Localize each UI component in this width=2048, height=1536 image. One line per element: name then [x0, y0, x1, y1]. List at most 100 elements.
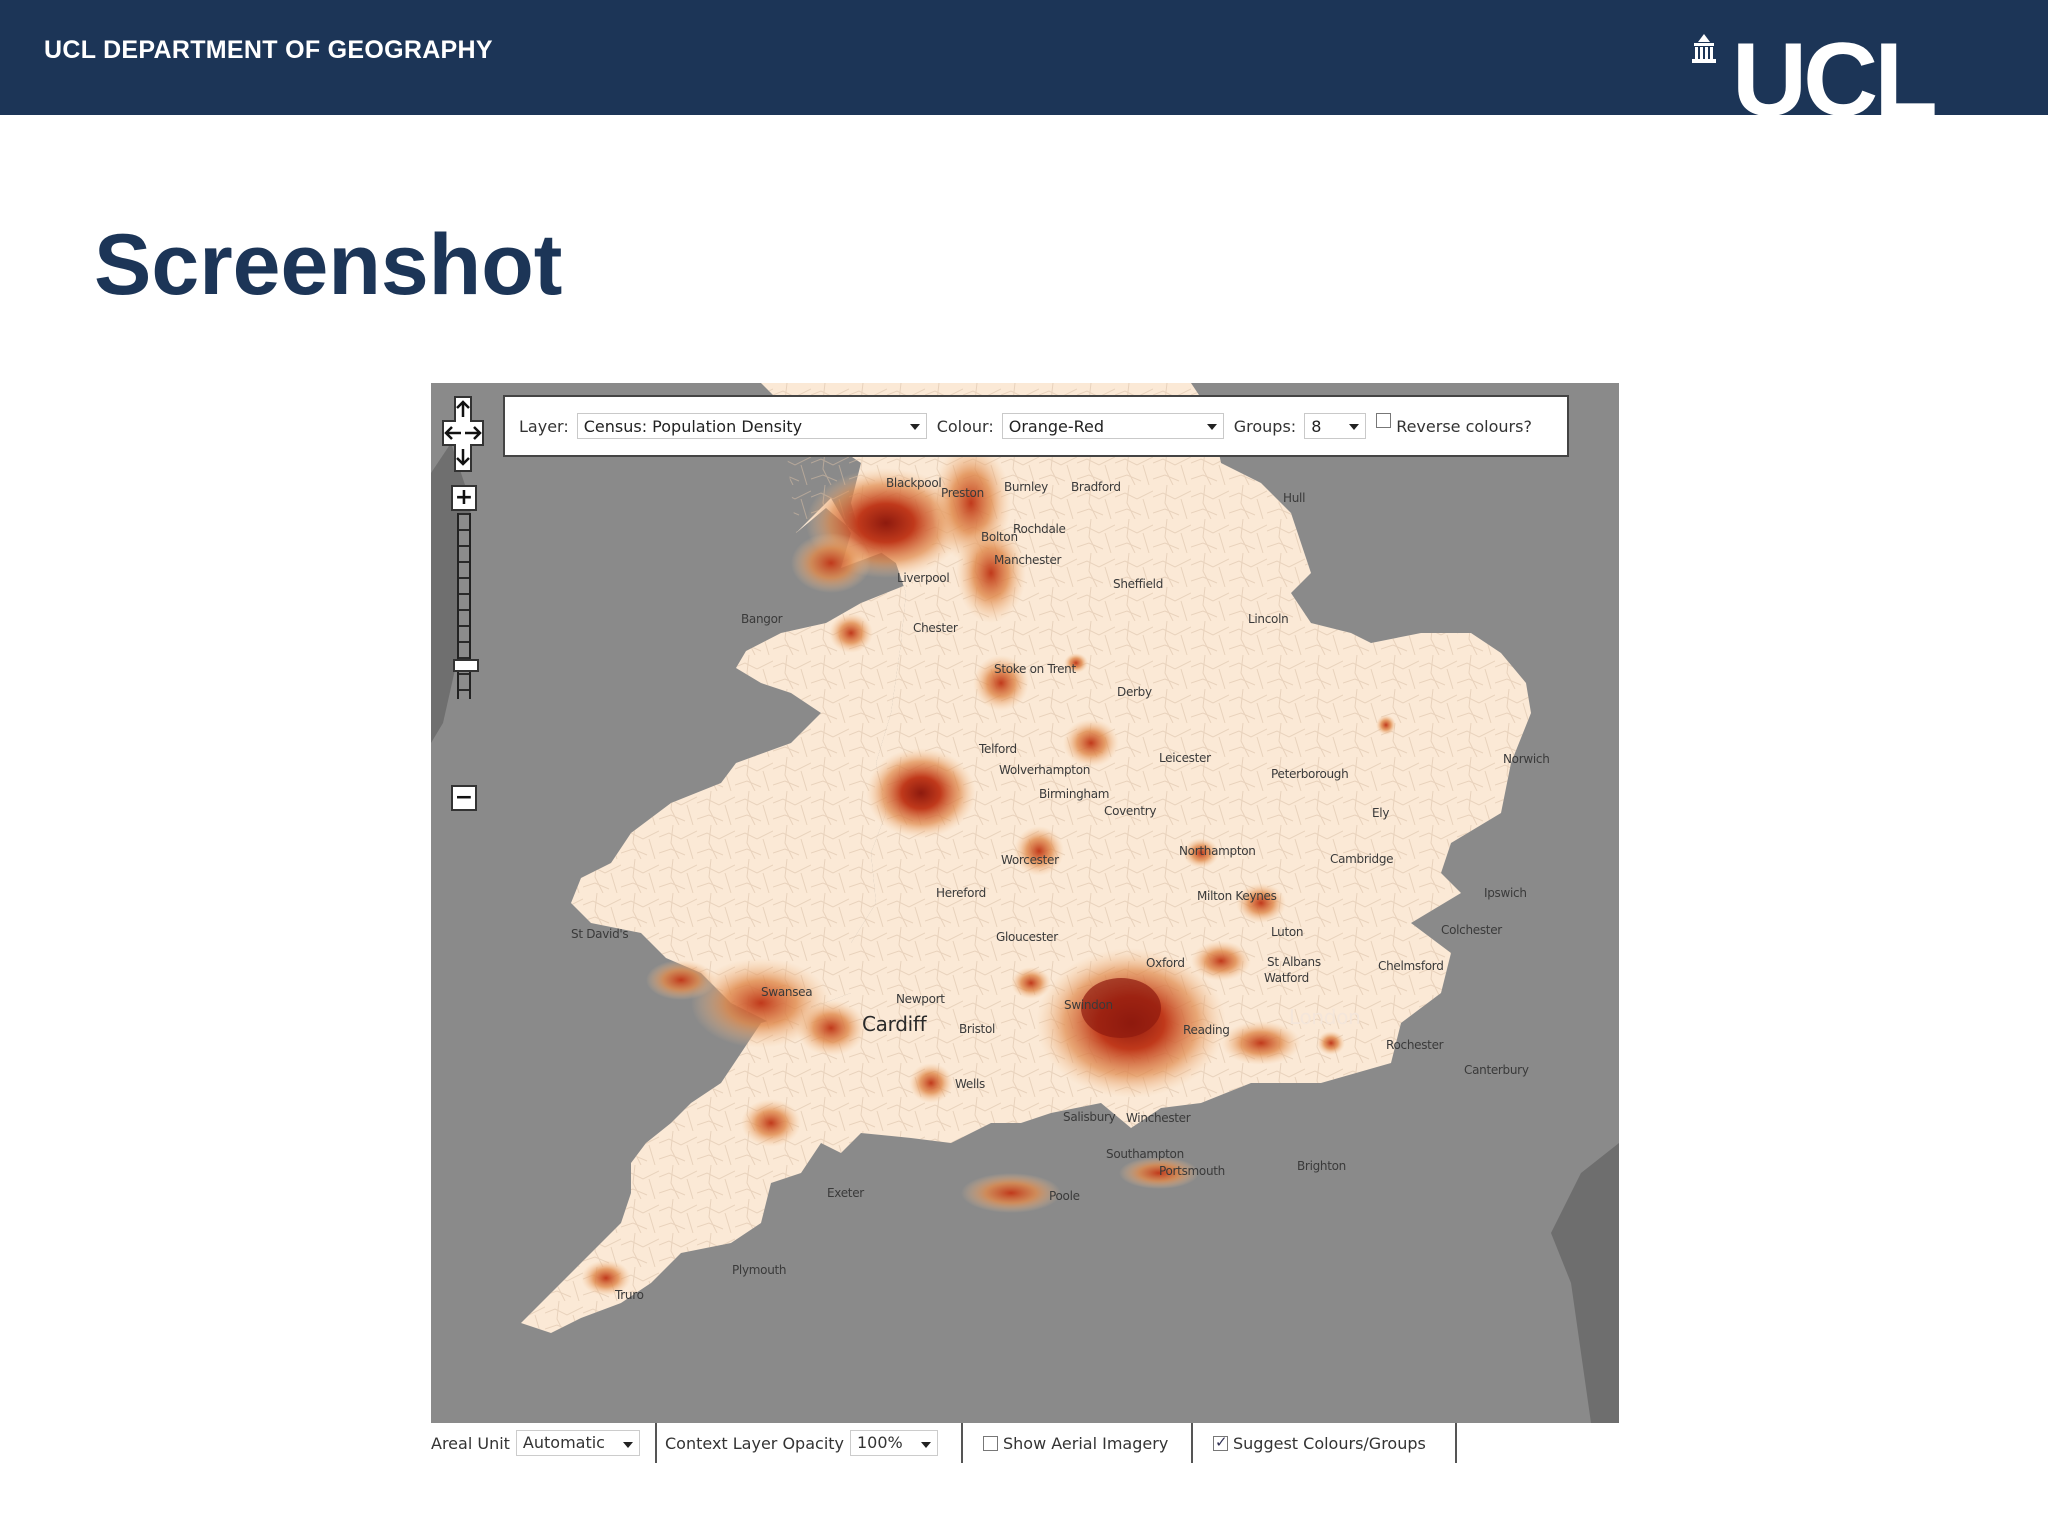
city-label: Gloucester [996, 930, 1058, 944]
city-label: Truro [615, 1288, 644, 1302]
groups-label: Groups: [1233, 416, 1297, 436]
choropleth-map [431, 383, 1619, 1423]
city-label: Telford [979, 742, 1017, 756]
city-label: Brighton [1297, 1159, 1346, 1173]
city-label: Worcester [1001, 853, 1059, 867]
city-label: St Albans [1267, 955, 1321, 969]
city-label: Wells [955, 1077, 985, 1091]
city-label: Colchester [1441, 923, 1502, 937]
opacity-select[interactable]: 100% [850, 1430, 938, 1456]
city-label: Birmingham [1039, 787, 1110, 801]
zoom-out-button[interactable]: − [451, 785, 477, 811]
chevron-down-icon [622, 1442, 633, 1448]
city-label: Southampton [1106, 1147, 1184, 1161]
groups-select-value: 8 [1311, 417, 1322, 436]
ucl-logo-text: UCL [1732, 30, 1935, 115]
city-label-london: London [1289, 1005, 1361, 1029]
city-label: Manchester [994, 553, 1062, 567]
city-label: Bolton [981, 530, 1018, 544]
chevron-down-icon [909, 424, 920, 430]
suggest-colours-checkbox[interactable] [1213, 1433, 1228, 1451]
city-label: Coventry [1104, 804, 1157, 818]
city-label: Oxford [1146, 956, 1185, 970]
city-label: Watford [1264, 971, 1309, 985]
city-label: Cambridge [1330, 852, 1394, 866]
areal-unit-select[interactable]: Automatic [515, 1430, 640, 1456]
layer-toolbar: Layer: Census: Population Density Colour… [503, 395, 1569, 457]
city-label: Exeter [827, 1186, 864, 1200]
reverse-colours-label: Reverse colours? [1396, 416, 1532, 436]
pan-control[interactable] [441, 395, 485, 475]
aerial-imagery-checkbox[interactable] [983, 1435, 998, 1451]
city-label: Winchester [1126, 1111, 1191, 1125]
opacity-label: Context Layer Opacity [665, 1433, 844, 1453]
layer-select-value: Census: Population Density [583, 417, 803, 436]
city-label: Plymouth [732, 1263, 787, 1277]
city-label: Ipswich [1484, 886, 1527, 900]
city-label: Lincoln [1248, 612, 1289, 626]
city-label: Peterborough [1271, 767, 1349, 781]
city-label: Hull [1283, 491, 1306, 505]
city-label: Rochester [1386, 1038, 1444, 1052]
zoom-slider-handle[interactable] [453, 659, 479, 672]
city-label: Leicester [1159, 751, 1211, 765]
aerial-imagery-label: Show Aerial Imagery [1003, 1433, 1169, 1453]
colour-select[interactable]: Orange-Red [1001, 413, 1224, 439]
city-label: Portsmouth [1159, 1164, 1225, 1178]
opacity-value: 100% [857, 1433, 903, 1452]
zoom-in-button[interactable]: + [451, 485, 477, 511]
city-label: Canterbury [1464, 1063, 1529, 1077]
city-label: Hereford [936, 886, 986, 900]
city-label: Sheffield [1113, 577, 1164, 591]
map-navigation: + − [441, 395, 485, 815]
city-label: Reading [1183, 1023, 1230, 1037]
city-label: Stoke on Trent [994, 662, 1076, 676]
city-label: Luton [1271, 925, 1304, 939]
chevron-down-icon [921, 1442, 931, 1448]
application-screenshot: Layer: Census: Population Density Colour… [431, 383, 1619, 1463]
city-label: St David's [571, 927, 629, 941]
layer-label: Layer: [519, 416, 569, 436]
colour-select-value: Orange-Red [1008, 417, 1105, 436]
aerial-imagery-control: Show Aerial Imagery [963, 1423, 1193, 1463]
header-banner: UCL DEPARTMENT OF GEOGRAPHY UCL [0, 0, 2048, 115]
city-label: Liverpool [897, 571, 950, 585]
status-bar: Areal Unit Automatic Context Layer Opaci… [431, 1423, 1619, 1463]
city-label: Bradford [1071, 480, 1121, 494]
suggest-colours-label: Suggest Colours/Groups [1233, 1433, 1426, 1453]
city-label: Wolverhampton [999, 763, 1091, 777]
chevron-down-icon [1206, 424, 1217, 430]
suggest-colours-control: Suggest Colours/Groups [1193, 1423, 1457, 1463]
areal-unit-value: Automatic [522, 1433, 605, 1452]
city-label: Derby [1117, 685, 1152, 699]
layer-select[interactable]: Census: Population Density [576, 413, 927, 439]
city-label: Ely [1372, 806, 1390, 820]
city-label: Poole [1049, 1189, 1080, 1203]
city-label-cardiff: Cardiff [862, 1012, 927, 1036]
city-label: Milton Keynes [1197, 889, 1277, 903]
city-label: Chester [913, 621, 958, 635]
colour-label: Colour: [936, 416, 994, 436]
city-label: Blackpool [886, 476, 942, 490]
city-label: Swansea [761, 985, 813, 999]
areal-unit-control: Areal Unit Automatic [431, 1423, 657, 1463]
portico-icon [1692, 34, 1716, 63]
ucl-logo: UCL [1692, 30, 1939, 115]
city-label: Swindon [1064, 998, 1113, 1012]
city-label: Rochdale [1013, 522, 1066, 536]
opacity-control: Context Layer Opacity 100% [657, 1423, 963, 1463]
slide-title: Screenshot [94, 217, 563, 313]
department-name: UCL DEPARTMENT OF GEOGRAPHY [44, 36, 493, 64]
city-label: Newport [896, 992, 945, 1006]
city-label: Burnley [1004, 480, 1048, 494]
groups-select[interactable]: 8 [1304, 413, 1367, 439]
city-label: Chelmsford [1378, 959, 1444, 973]
city-label: Norwich [1503, 752, 1550, 766]
areal-unit-label: Areal Unit [431, 1433, 510, 1453]
chevron-down-icon [1349, 424, 1360, 430]
city-label: Northampton [1179, 844, 1256, 858]
city-label: Bangor [741, 612, 783, 626]
city-label: Salisbury [1063, 1110, 1116, 1124]
reverse-colours-checkbox[interactable] [1376, 412, 1392, 428]
map-viewport[interactable]: Layer: Census: Population Density Colour… [431, 383, 1619, 1423]
